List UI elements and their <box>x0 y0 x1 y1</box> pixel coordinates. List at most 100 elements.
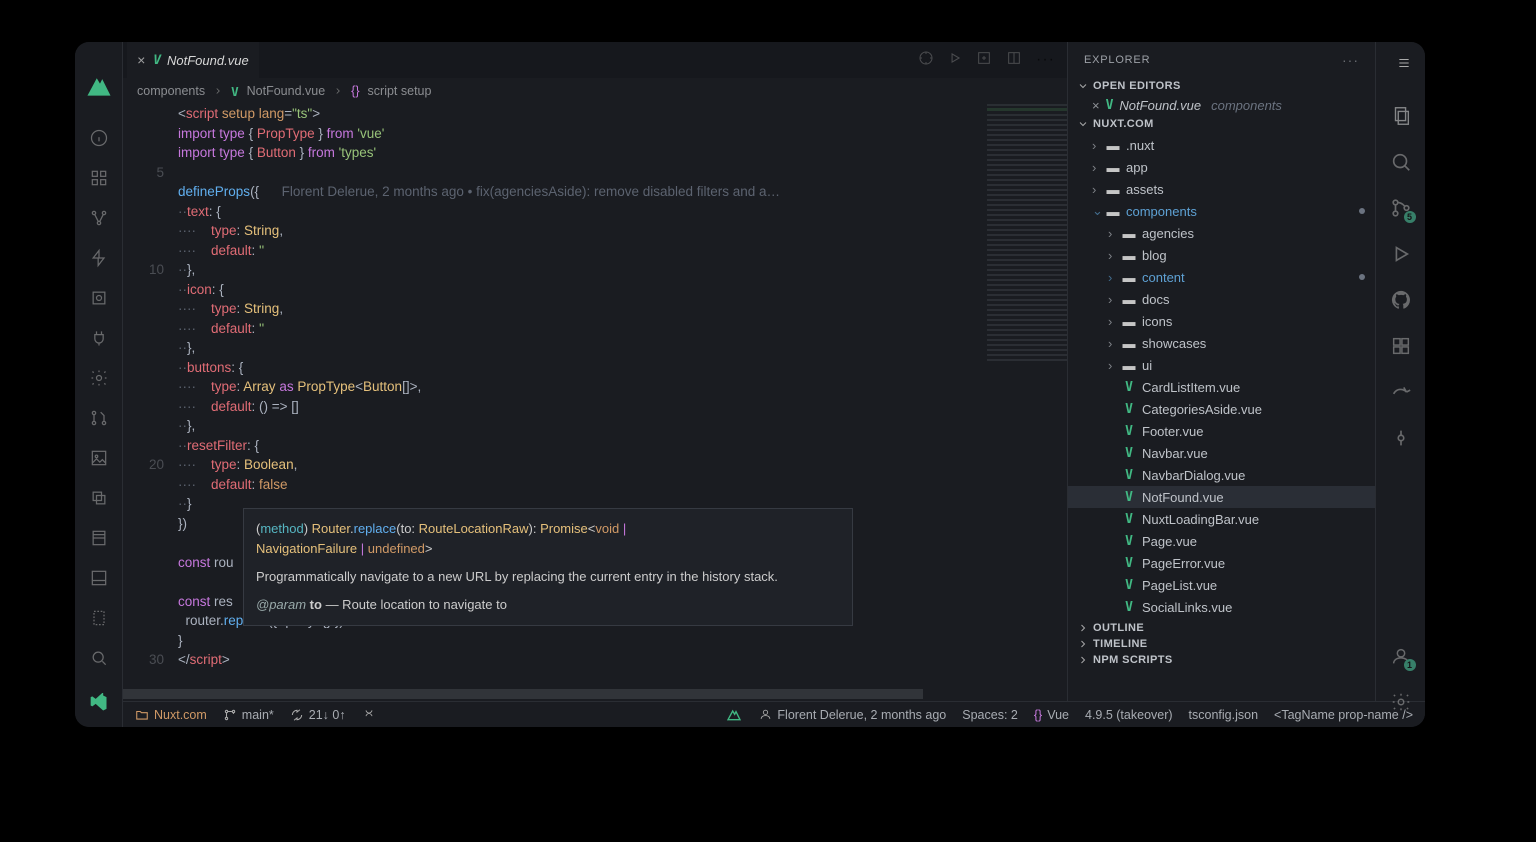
file-vue[interactable]: VCategoriesAside.vue <box>1068 398 1375 420</box>
status-lang[interactable]: {} Vue <box>1034 708 1069 722</box>
file-vue[interactable]: VPage.vue <box>1068 530 1375 552</box>
files-icon[interactable] <box>1390 105 1412 127</box>
breadcrumb-folder: components <box>137 84 205 98</box>
close-icon[interactable]: × <box>137 52 145 68</box>
search-refresh-icon[interactable] <box>89 648 109 668</box>
plug-icon[interactable] <box>89 328 109 348</box>
section-outline[interactable]: OUTLINE <box>1068 620 1375 636</box>
info-icon[interactable] <box>89 128 109 148</box>
file-dashed-icon[interactable] <box>89 608 109 628</box>
section-project[interactable]: NUXT.COM <box>1068 116 1375 132</box>
code-editor[interactable]: 5 10 20 30 <script setup lang="ts"> impo… <box>123 104 1067 727</box>
status-nuxt-logo[interactable] <box>725 707 743 723</box>
file-vue[interactable]: VPageList.vue <box>1068 574 1375 596</box>
file-vue[interactable]: VSocialLinks.vue <box>1068 596 1375 618</box>
pull-request-icon[interactable] <box>89 408 109 428</box>
right-activity-bar: 5 1 <box>1375 42 1425 727</box>
menu-icon[interactable] <box>1395 56 1413 75</box>
settings-gear-icon[interactable] <box>1390 691 1412 713</box>
file-vue[interactable]: VNavbar.vue <box>1068 442 1375 464</box>
chevron-down-icon <box>1076 118 1090 130</box>
activity-bar <box>75 42 123 727</box>
section-npm-scripts[interactable]: NPM SCRIPTS <box>1068 652 1375 668</box>
modules-icon[interactable] <box>89 168 109 188</box>
chevron-down-icon <box>1076 80 1090 92</box>
chevron-right-icon <box>1076 654 1090 666</box>
editor-actions: ··· <box>918 50 1067 71</box>
scan-icon[interactable] <box>89 288 109 308</box>
section-timeline[interactable]: TIMELINE <box>1068 636 1375 652</box>
image-icon[interactable] <box>89 448 109 468</box>
folder-content[interactable]: ›▬content <box>1068 266 1375 288</box>
section-open-editors[interactable]: OPEN EDITORS <box>1068 78 1375 94</box>
panel-icon[interactable] <box>89 568 109 588</box>
status-blame[interactable]: Florent Delerue, 2 months ago <box>759 708 946 722</box>
folder-app[interactable]: ›▬app <box>1068 156 1375 178</box>
supabase-icon[interactable] <box>89 248 109 268</box>
file-vue[interactable]: VNavbarDialog.vue <box>1068 464 1375 486</box>
split-editor-icon[interactable] <box>1006 50 1022 71</box>
status-dna-icon[interactable] <box>362 708 376 722</box>
vscode-window: × V NotFound.vue ··· components V NotFou… <box>75 42 1425 727</box>
git-commit-icon[interactable] <box>1390 427 1412 449</box>
extensions-icon[interactable] <box>1390 335 1412 357</box>
nodes-icon[interactable] <box>89 208 109 228</box>
folder-assets[interactable]: ›▬assets <box>1068 178 1375 200</box>
share-icon[interactable] <box>1390 381 1412 403</box>
folder-nuxt[interactable]: ›▬.nuxt <box>1068 134 1375 156</box>
chevron-right-icon <box>1076 638 1090 650</box>
compass-icon[interactable] <box>918 50 934 71</box>
folder-agencies[interactable]: ›▬agencies <box>1068 222 1375 244</box>
play-icon[interactable] <box>948 51 962 70</box>
hover-tooltip: (method) Router.replace(to: RouteLocatio… <box>243 508 853 626</box>
status-spaces[interactable]: Spaces: 2 <box>962 708 1018 722</box>
breadcrumb-symbol: script setup <box>368 84 432 98</box>
status-bar: Nuxt.com main* 21↓ 0↑ Florent Delerue, 2… <box>123 701 1425 727</box>
book-icon[interactable] <box>89 528 109 548</box>
github-icon[interactable] <box>1390 289 1412 311</box>
status-project[interactable]: Nuxt.com <box>135 708 207 722</box>
line-gutter: 5 10 20 30 <box>123 104 178 727</box>
folder-docs[interactable]: ›▬docs <box>1068 288 1375 310</box>
breadcrumb[interactable]: components V NotFound.vue {} script setu… <box>123 78 1067 104</box>
account-icon[interactable]: 1 <box>1390 645 1412 667</box>
folder-components[interactable]: ⌄▬components <box>1068 200 1375 222</box>
status-sync[interactable]: 21↓ 0↑ <box>290 708 346 722</box>
file-vue[interactable]: VNuxtLoadingBar.vue <box>1068 508 1375 530</box>
explorer-sidebar: EXPLORER ··· OPEN EDITORS × V NotFound.v… <box>1067 42 1375 727</box>
tab-bar: × V NotFound.vue ··· <box>123 42 1067 78</box>
file-vue[interactable]: VCardListItem.vue <box>1068 376 1375 398</box>
gear-icon[interactable] <box>89 368 109 388</box>
more-icon[interactable]: ··· <box>1036 51 1055 69</box>
folder-showcases[interactable]: ›▬showcases <box>1068 332 1375 354</box>
status-branch[interactable]: main* <box>223 708 274 722</box>
vscode-icon[interactable] <box>89 693 109 713</box>
tab-notfound[interactable]: × V NotFound.vue <box>127 42 259 78</box>
status-tsconfig[interactable]: tsconfig.json <box>1189 708 1258 722</box>
chevron-right-icon <box>1076 622 1090 634</box>
tab-filename: NotFound.vue <box>167 53 249 68</box>
status-ts-version[interactable]: 4.9.5 (takeover) <box>1085 708 1173 722</box>
explorer-header: EXPLORER ··· <box>1068 42 1375 78</box>
editor-area: × V NotFound.vue ··· components V NotFou… <box>123 42 1067 727</box>
file-vue[interactable]: VFooter.vue <box>1068 420 1375 442</box>
person-icon <box>759 708 772 721</box>
file-vue-selected[interactable]: VNotFound.vue <box>1068 486 1375 508</box>
nuxt-logo-icon <box>86 74 112 100</box>
scm-icon[interactable]: 5 <box>1390 197 1412 219</box>
folder-icons[interactable]: ›▬icons <box>1068 310 1375 332</box>
file-vue[interactable]: VPageError.vue <box>1068 552 1375 574</box>
debug-icon[interactable] <box>1390 243 1412 265</box>
breadcrumb-file: NotFound.vue <box>247 84 326 98</box>
more-icon[interactable]: ··· <box>1342 52 1359 68</box>
close-icon[interactable]: × <box>1092 98 1100 113</box>
vue-file-icon: V <box>1106 98 1114 113</box>
layers-icon[interactable] <box>89 488 109 508</box>
folder-blog[interactable]: ›▬blog <box>1068 244 1375 266</box>
open-editor-item[interactable]: × V NotFound.vue components <box>1068 94 1375 116</box>
split-add-icon[interactable] <box>976 50 992 71</box>
horizontal-scrollbar[interactable] <box>123 689 923 699</box>
code-content[interactable]: <script setup lang="ts"> import type { P… <box>178 104 1067 727</box>
folder-ui[interactable]: ›▬ui <box>1068 354 1375 376</box>
search-icon[interactable] <box>1390 151 1412 173</box>
